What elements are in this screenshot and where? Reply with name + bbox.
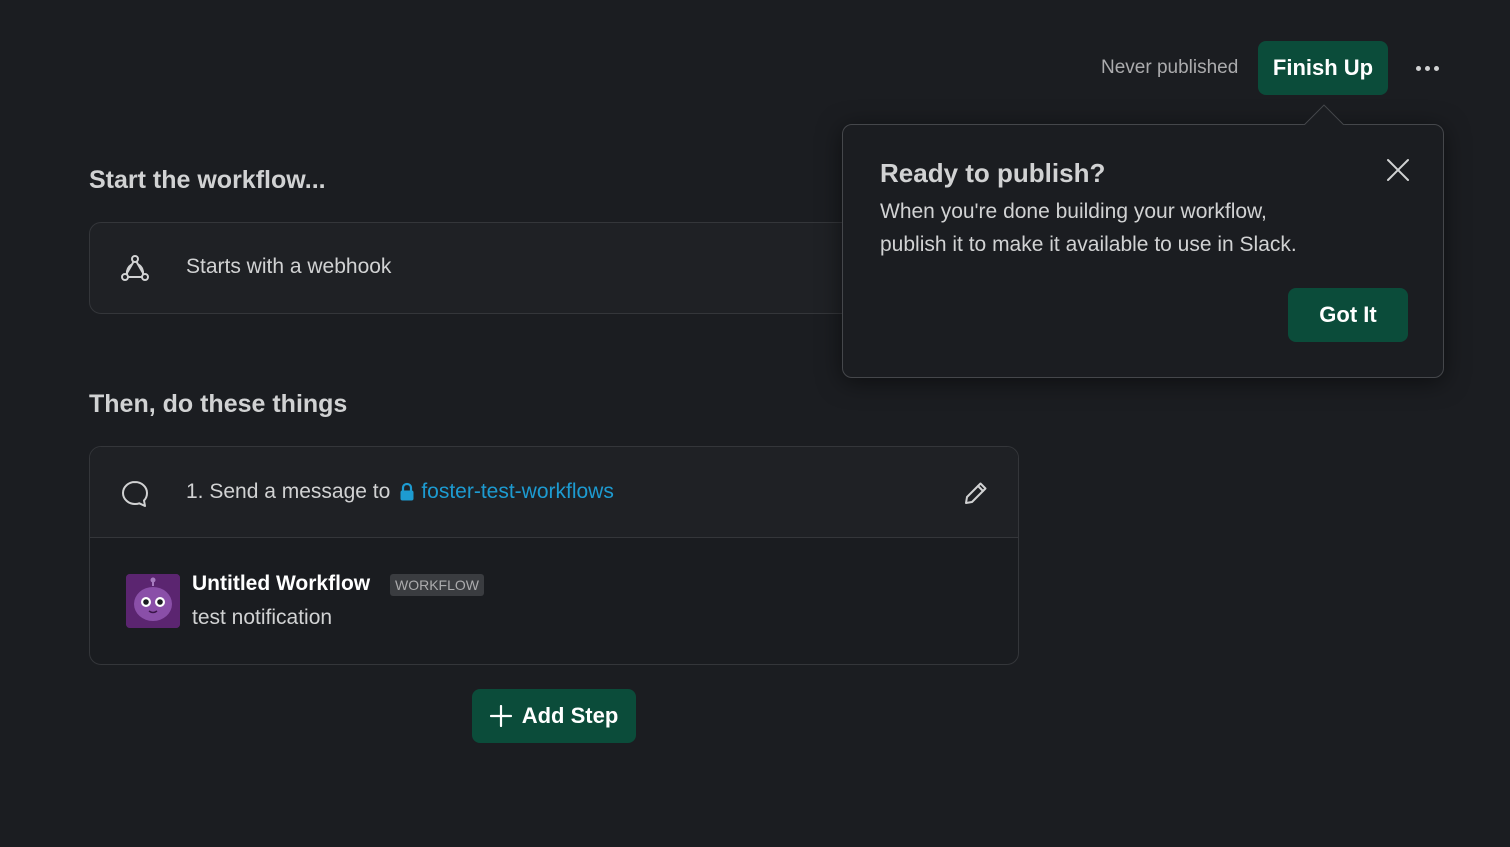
step-card[interactable]: 1. Send a message to foster-test-workflo… [89, 446, 1019, 665]
close-icon[interactable] [1385, 157, 1411, 183]
plus-icon [489, 705, 512, 727]
steps-heading: Then, do these things [89, 390, 348, 418]
channel-link[interactable]: foster-test-workflows [421, 480, 614, 504]
webhook-icon [121, 255, 149, 281]
got-it-button[interactable]: Got It [1288, 288, 1408, 342]
popover-arrow [1301, 101, 1345, 125]
step-header[interactable]: 1. Send a message to foster-test-workflo… [90, 447, 1018, 538]
popover-title: Ready to publish? [880, 158, 1106, 188]
ellipsis-icon [1415, 65, 1421, 71]
trigger-label: Starts with a webhook [186, 255, 392, 278]
step-label: 1. Send a message to foster-test-workflo… [186, 480, 614, 504]
lock-icon [400, 482, 414, 501]
finish-up-button[interactable]: Finish Up [1258, 41, 1388, 95]
avatar [126, 574, 180, 628]
popover-body-line-2: publish it to make it available to use i… [880, 233, 1297, 256]
publish-status: Never published [1101, 57, 1239, 78]
message-bubble-icon [122, 481, 148, 507]
add-step-label: Add Step [521, 703, 619, 728]
more-options-button[interactable] [1406, 52, 1448, 84]
popover-body: When you're done building your workflow,… [880, 195, 1360, 261]
pencil-icon[interactable] [963, 480, 989, 506]
workflow-builder: Never published Finish Up Start the work… [0, 0, 1510, 847]
popover-body-line-1: When you're done building your workflow, [880, 200, 1267, 223]
message-text: test notification [192, 606, 333, 629]
robot-avatar-icon [126, 574, 180, 628]
add-step-button[interactable]: Add Step [472, 689, 636, 743]
workflow-badge: WORKFLOW [390, 574, 484, 596]
step-prefix: 1. Send a message to [186, 480, 391, 503]
message-author: Untitled Workflow [192, 572, 371, 595]
publish-popover: Ready to publish? When you're done build… [842, 124, 1444, 378]
start-heading: Start the workflow... [89, 166, 326, 194]
